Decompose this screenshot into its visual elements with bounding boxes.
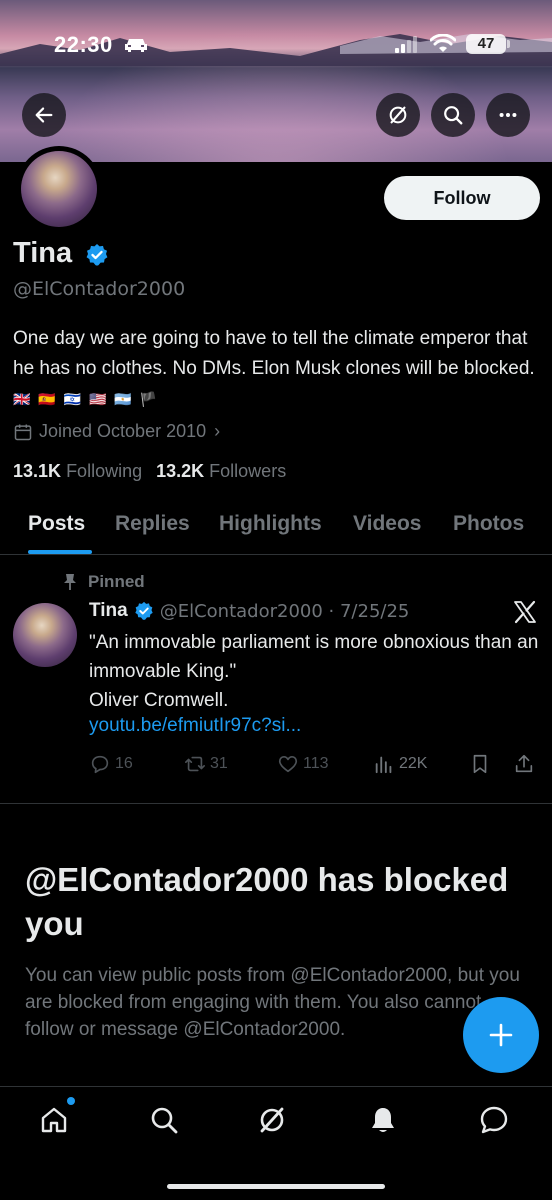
profile-bio: One day we are going to have to tell the… [13, 324, 538, 414]
x-logo-icon[interactable] [513, 600, 537, 624]
post-attribution: Oliver Cromwell. [89, 690, 229, 711]
nav-search[interactable] [148, 1104, 184, 1140]
nav-grok[interactable] [256, 1104, 292, 1140]
signal-icon [395, 36, 417, 53]
more-options-button[interactable] [486, 93, 530, 137]
battery-tip [507, 40, 510, 48]
pin-icon [64, 574, 76, 590]
profile-name: Tina [13, 237, 73, 269]
back-button[interactable] [22, 93, 66, 137]
avatar [21, 151, 97, 227]
profile-handle: @ElContador2000 [13, 278, 186, 300]
calendar-icon [14, 424, 32, 440]
home-notification-dot [67, 1097, 75, 1105]
blocked-description: You can view public posts from @ElContad… [25, 965, 520, 1040]
tab-replies[interactable]: Replies [115, 512, 190, 536]
notifications-icon [372, 1108, 394, 1132]
follow-stats: 13.1K Following 13.2K Followers [13, 461, 286, 482]
bio-flags: 🇬🇧 🇪🇸 🇮🇱 🇺🇸 🇦🇷 🏴 [13, 391, 160, 407]
chevron-right-icon: › [214, 421, 221, 441]
battery-indicator: 47 [466, 34, 506, 54]
grok-icon [389, 106, 407, 124]
views-button[interactable]: 22K [373, 753, 427, 775]
post-handle-date: @ElContador2000 · 7/25/25 [159, 600, 410, 622]
tab-photos[interactable]: Photos [453, 512, 524, 536]
car-icon [125, 39, 147, 52]
home-indicator [167, 1184, 385, 1189]
pinned-label: Pinned [62, 572, 145, 592]
followers-count: 13.2K [156, 461, 205, 481]
post-avatar[interactable] [13, 603, 77, 667]
home-icon [41, 1107, 67, 1133]
plus-icon [489, 1023, 513, 1047]
status-bar: 22:30 47 [0, 0, 552, 90]
bookmark-button[interactable] [469, 753, 495, 775]
views-icon [375, 756, 392, 774]
reply-icon [91, 755, 109, 774]
following-link[interactable]: 13.1K Following [13, 461, 142, 481]
messages-icon [480, 1106, 508, 1134]
like-icon [278, 756, 298, 773]
bio-text: One day we are going to have to tell the… [13, 328, 535, 379]
followers-link[interactable]: 13.2K Followers [156, 461, 286, 481]
post-link[interactable]: youtu.be/efmiutIr97c?si... [89, 715, 301, 737]
verified-badge-icon [135, 601, 153, 620]
post-header: Tina @ElContador2000 · 7/25/25 [89, 600, 409, 622]
compose-post-button[interactable] [463, 997, 539, 1073]
tab-videos[interactable]: Videos [353, 512, 421, 536]
pinned-text: Pinned [88, 572, 145, 591]
reply-button[interactable]: 16 [89, 753, 133, 775]
post-author[interactable]: Tina [89, 600, 128, 622]
post-quote: "An immovable parliament is more obnoxio… [89, 632, 539, 682]
verified-badge-icon[interactable] [85, 243, 109, 267]
post-text[interactable]: "An immovable parliament is more obnoxio… [89, 628, 539, 715]
more-icon [499, 112, 517, 118]
tab-highlights[interactable]: Highlights [219, 512, 322, 536]
joined-text: Joined October 2010 [39, 421, 207, 441]
followers-label: Followers [209, 461, 287, 481]
wifi-icon [430, 34, 456, 52]
repost-icon [185, 756, 205, 772]
reply-count: 16 [115, 755, 133, 772]
profile-tabs: Posts Replies Highlights Videos Photos [0, 500, 552, 555]
post-actions: 16 31 113 22K [89, 753, 544, 779]
profile-avatar-frame[interactable] [16, 146, 102, 232]
status-time: 22:30 [54, 32, 113, 57]
nav-notifications[interactable] [367, 1104, 403, 1140]
like-count: 113 [303, 755, 329, 772]
blocked-title: @ElContador2000 has blocked you [25, 861, 509, 942]
post-divider [0, 803, 552, 804]
follow-button[interactable]: Follow [384, 176, 540, 220]
following-label: Following [66, 461, 143, 481]
back-arrow-icon [35, 107, 53, 123]
share-button[interactable] [513, 753, 539, 775]
following-count: 13.1K [13, 461, 62, 481]
search-icon [444, 106, 463, 125]
nav-home[interactable] [38, 1104, 74, 1140]
repost-count: 31 [210, 755, 228, 772]
active-tab-indicator [28, 550, 92, 554]
grok-icon [260, 1107, 284, 1133]
share-icon [515, 754, 533, 773]
tab-posts[interactable]: Posts [28, 512, 85, 536]
bottom-navigation [0, 1086, 552, 1200]
search-icon [151, 1107, 178, 1134]
search-button[interactable] [431, 93, 475, 137]
nav-messages[interactable] [478, 1104, 514, 1140]
joined-date[interactable]: Joined October 2010 › [13, 421, 220, 442]
like-button[interactable]: 113 [277, 753, 329, 775]
grok-button[interactable] [376, 93, 420, 137]
views-count: 22K [399, 755, 428, 772]
bookmark-icon [473, 754, 487, 774]
repost-button[interactable]: 31 [184, 753, 228, 775]
